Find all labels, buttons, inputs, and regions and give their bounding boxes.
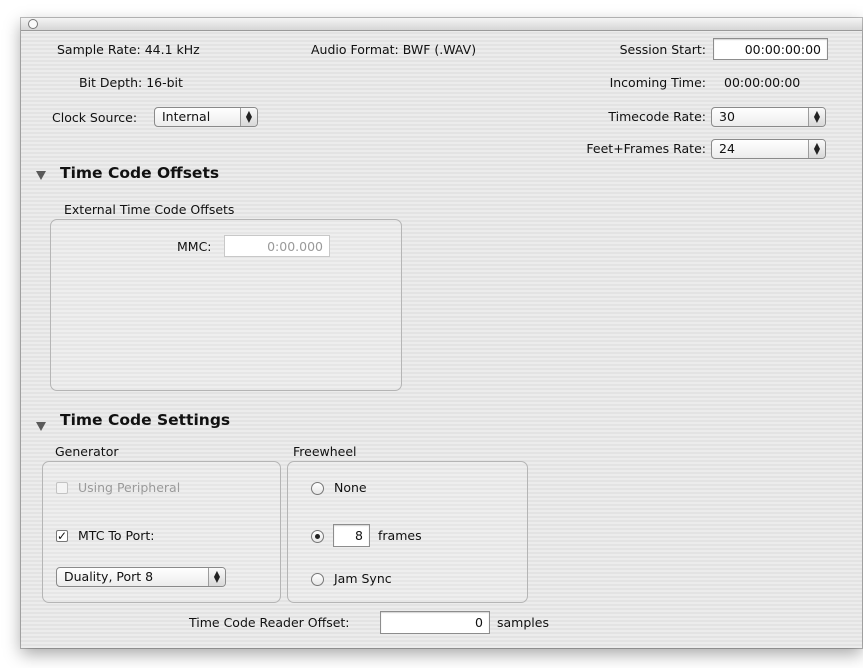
- disclosure-triangle-icon[interactable]: [36, 422, 46, 431]
- disclosure-triangle-icon[interactable]: [36, 171, 46, 180]
- mtc-port-popup[interactable]: Duality, Port 8 ▲ ▼: [56, 567, 226, 587]
- incoming-time-label: Incoming Time:: [609, 75, 706, 90]
- freewheel-group: None frames Jam Sync: [287, 461, 528, 603]
- timecode-rate-popup[interactable]: 30 ▲ ▼: [711, 107, 826, 127]
- mtc-to-port-label: MTC To Port:: [78, 528, 155, 543]
- popup-arrows-icon: ▲ ▼: [208, 568, 225, 586]
- session-start-label: Session Start:: [619, 42, 706, 57]
- popup-arrows-icon: ▲ ▼: [240, 108, 257, 126]
- window-close-icon[interactable]: [28, 19, 38, 29]
- reader-offset-field[interactable]: [380, 611, 490, 634]
- sample-rate-value: 44.1 kHz: [144, 42, 200, 57]
- freewheel-jam-sync-label: Jam Sync: [334, 571, 392, 586]
- time-code-settings-heading: Time Code Settings: [60, 411, 231, 429]
- freewheel-none-label: None: [334, 480, 367, 495]
- using-peripheral-label: Using Peripheral: [78, 480, 181, 495]
- freewheel-label: Freewheel: [293, 444, 357, 459]
- bit-depth: Bit Depth: 16-bit: [79, 75, 183, 90]
- bit-depth-value: 16-bit: [146, 75, 183, 90]
- window-titlebar[interactable]: [21, 18, 862, 31]
- incoming-time-value: 00:00:00:00: [724, 75, 801, 90]
- using-peripheral-checkbox[interactable]: [56, 482, 68, 494]
- reader-offset-label: Time Code Reader Offset:: [189, 615, 350, 630]
- generator-label: Generator: [55, 444, 119, 459]
- timecode-rate-value: 30: [719, 109, 735, 124]
- checkmark-icon: ✓: [57, 529, 68, 543]
- session-setup-window: Sample Rate: 44.1 kHz Audio Format: BWF …: [21, 18, 862, 648]
- generator-group: Using Peripheral ✓ MTC To Port: Duality,…: [42, 461, 281, 603]
- clock-source-popup[interactable]: Internal ▲ ▼: [154, 107, 258, 127]
- clock-source-value: Internal: [162, 109, 211, 124]
- mmc-label: MMC:: [177, 239, 212, 254]
- timecode-rate-label: Timecode Rate:: [608, 109, 706, 124]
- reader-offset-unit: samples: [497, 615, 549, 630]
- audio-format: Audio Format: BWF (.WAV): [311, 42, 476, 57]
- time-code-offsets-heading: Time Code Offsets: [60, 164, 220, 182]
- freewheel-frames-field[interactable]: [333, 524, 370, 547]
- popup-arrows-icon: ▲ ▼: [808, 140, 825, 158]
- session-start-field[interactable]: [713, 38, 828, 60]
- bit-depth-label: Bit Depth:: [79, 75, 143, 90]
- audio-format-label: Audio Format:: [311, 42, 399, 57]
- clock-source-label: Clock Source:: [52, 110, 138, 125]
- freewheel-frames-label: frames: [378, 528, 422, 543]
- freewheel-jam-sync-radio[interactable]: [311, 573, 324, 586]
- feet-frames-rate-popup[interactable]: 24 ▲ ▼: [711, 139, 826, 159]
- mmc-offset-field[interactable]: [224, 235, 330, 257]
- external-offsets-group: MMC:: [50, 219, 402, 391]
- radio-selected-dot: [315, 534, 320, 539]
- feet-frames-rate-value: 24: [719, 141, 735, 156]
- feet-frames-rate-label: Feet+Frames Rate:: [586, 141, 706, 156]
- freewheel-none-radio[interactable]: [311, 482, 324, 495]
- sample-rate-label: Sample Rate:: [57, 42, 141, 57]
- freewheel-frames-radio[interactable]: [311, 530, 324, 543]
- popup-arrows-icon: ▲ ▼: [808, 108, 825, 126]
- mtc-to-port-checkbox[interactable]: ✓: [56, 530, 68, 542]
- mtc-port-value: Duality, Port 8: [64, 569, 154, 584]
- external-offsets-label: External Time Code Offsets: [64, 202, 235, 217]
- sample-rate: Sample Rate: 44.1 kHz: [57, 42, 200, 57]
- audio-format-value: BWF (.WAV): [402, 42, 477, 57]
